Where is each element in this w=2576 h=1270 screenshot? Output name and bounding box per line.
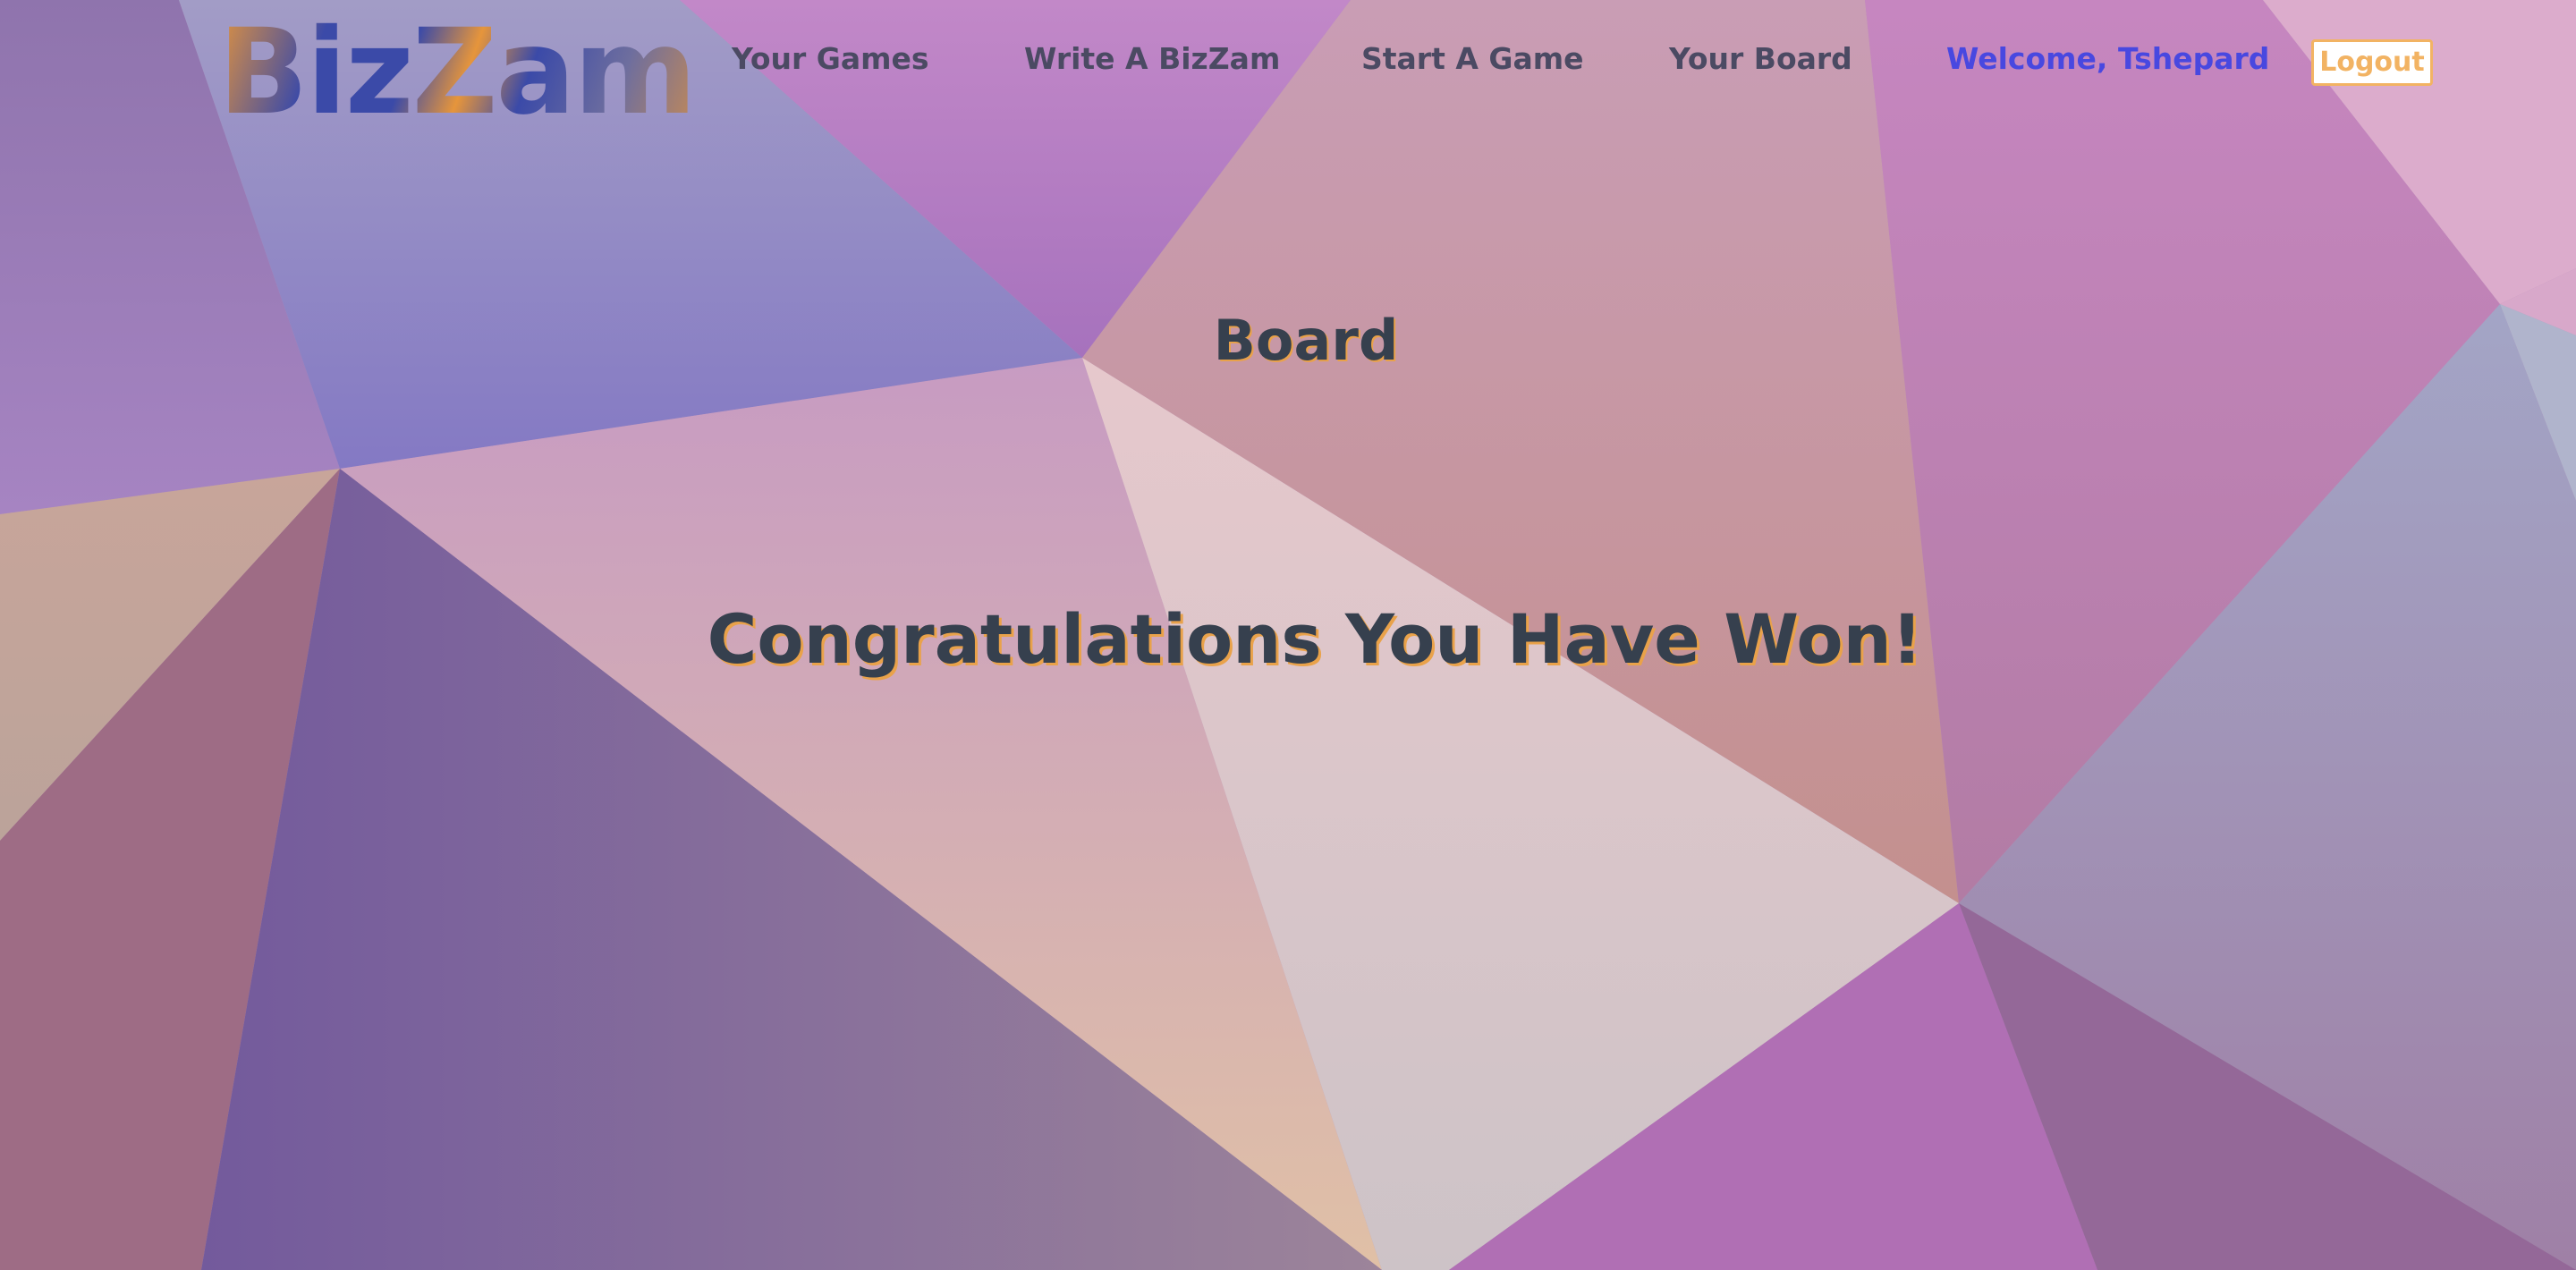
top-navigation-bar: BizZam Your Games Write A BizZam Start A… bbox=[0, 0, 2576, 140]
welcome-user-link[interactable]: Welcome, Tshepard bbox=[1946, 39, 2269, 79]
page-title: Board bbox=[1213, 308, 1399, 373]
nav-your-games[interactable]: Your Games bbox=[732, 39, 929, 79]
nav-start-a-game[interactable]: Start A Game bbox=[1361, 39, 1584, 79]
logout-button[interactable]: Logout bbox=[2311, 39, 2433, 86]
nav-write-a-bizzam[interactable]: Write A BizZam bbox=[1024, 39, 1280, 79]
win-message: Congratulations You Have Won! bbox=[707, 599, 1923, 679]
nav-your-board[interactable]: Your Board bbox=[1669, 39, 1852, 79]
bizzam-logo[interactable]: BizZam bbox=[218, 5, 697, 140]
